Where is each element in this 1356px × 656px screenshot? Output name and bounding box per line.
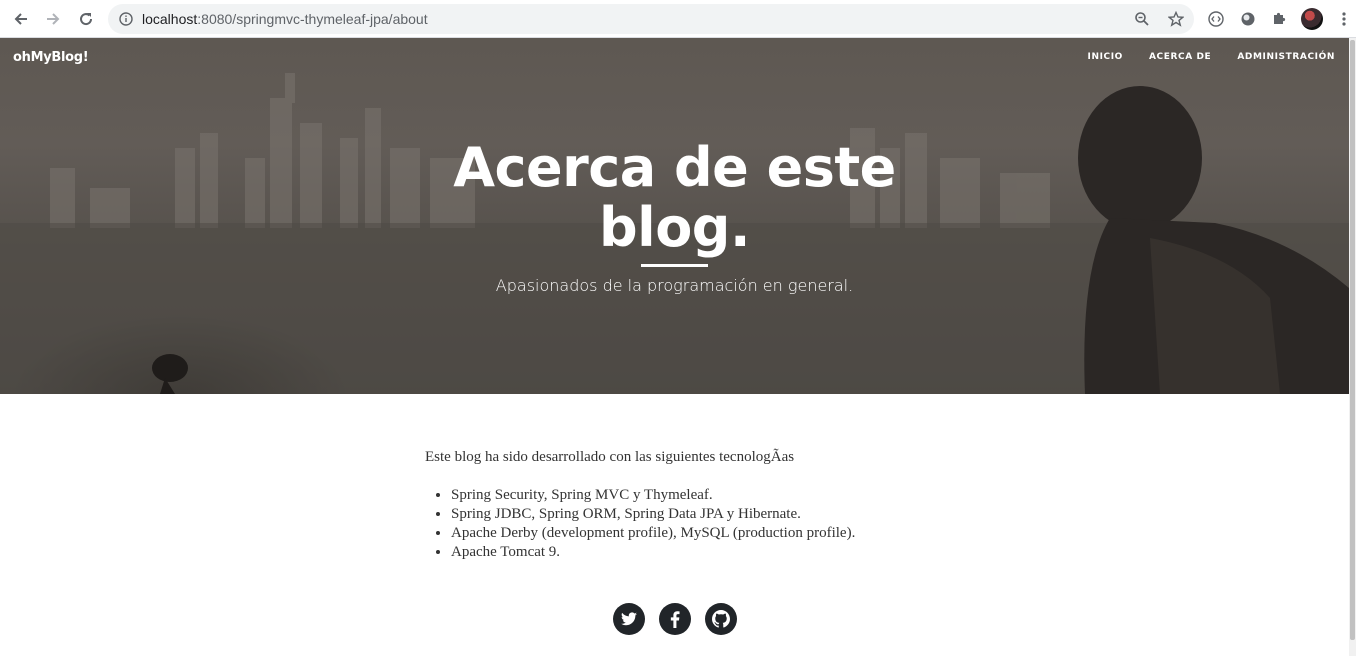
- facebook-icon: [670, 610, 680, 628]
- back-arrow-icon: [14, 13, 27, 25]
- social-links: [613, 603, 737, 635]
- list-item: Spring JDBC, Spring ORM, Spring Data JPA…: [451, 505, 945, 524]
- browser-menu-icon[interactable]: [1333, 8, 1355, 30]
- page-scrollbar[interactable]: [1349, 38, 1356, 656]
- nav-link-acerca-de[interactable]: ACERCA DE: [1149, 52, 1211, 62]
- list-item: Spring Security, Spring MVC y Thymeleaf.: [451, 486, 945, 505]
- page-header: ohMyBlog! INICIO ACERCA DE ADMINISTRACIÓ…: [0, 38, 1349, 394]
- url-host: localhost: [142, 11, 198, 27]
- twitter-icon: [621, 612, 637, 626]
- github-link[interactable]: [705, 603, 737, 635]
- forward-button[interactable]: [40, 7, 66, 31]
- reload-icon: [80, 13, 93, 26]
- github-icon: [712, 610, 730, 628]
- url-path: :8080/springmvc-thymeleaf-jpa/about: [197, 11, 428, 27]
- nav-link-administracion[interactable]: ADMINISTRACIÓN: [1237, 52, 1335, 62]
- page-title-line-2: blog.: [599, 196, 750, 259]
- extensions-puzzle-icon[interactable]: [1268, 8, 1290, 30]
- list-item: Apache Derby (development profile), MySQ…: [451, 524, 945, 543]
- list-item: Apache Tomcat 9.: [451, 543, 945, 562]
- extension-code-icon[interactable]: [1205, 8, 1227, 30]
- address-url: localhost:8080/springmvc-thymeleaf-jpa/a…: [142, 11, 428, 27]
- site-brand[interactable]: ohMyBlog!: [13, 50, 89, 65]
- browser-toolbar: localhost:8080/springmvc-thymeleaf-jpa/a…: [0, 0, 1356, 38]
- main-nav: INICIO ACERCA DE ADMINISTRACIÓN: [1062, 52, 1336, 62]
- address-bar[interactable]: localhost:8080/springmvc-thymeleaf-jpa/a…: [108, 4, 1194, 34]
- back-button[interactable]: [8, 7, 34, 31]
- bookmark-star-icon[interactable]: [1166, 9, 1186, 29]
- page-title-line-1: Acerca de este: [453, 136, 896, 199]
- reload-button[interactable]: [73, 7, 99, 31]
- about-content: Este blog ha sido desarrollado con las s…: [425, 447, 945, 562]
- facebook-link[interactable]: [659, 603, 691, 635]
- profile-avatar[interactable]: [1301, 8, 1323, 30]
- extension-circle-icon[interactable]: [1237, 8, 1259, 30]
- page-subtitle: Apasionados de la programación en genera…: [495, 276, 854, 295]
- page-title: Acerca de este blog.: [0, 138, 1349, 258]
- zoom-icon[interactable]: [1132, 9, 1152, 29]
- technology-list: Spring Security, Spring MVC y Thymeleaf.…: [425, 486, 945, 562]
- forward-arrow-icon: [47, 13, 60, 25]
- nav-link-inicio[interactable]: INICIO: [1088, 52, 1123, 62]
- site-info-icon[interactable]: [116, 9, 136, 29]
- scrollbar-thumb[interactable]: [1350, 40, 1355, 640]
- twitter-link[interactable]: [613, 603, 645, 635]
- about-intro: Este blog ha sido desarrollado con las s…: [425, 449, 795, 465]
- title-divider: [641, 264, 708, 267]
